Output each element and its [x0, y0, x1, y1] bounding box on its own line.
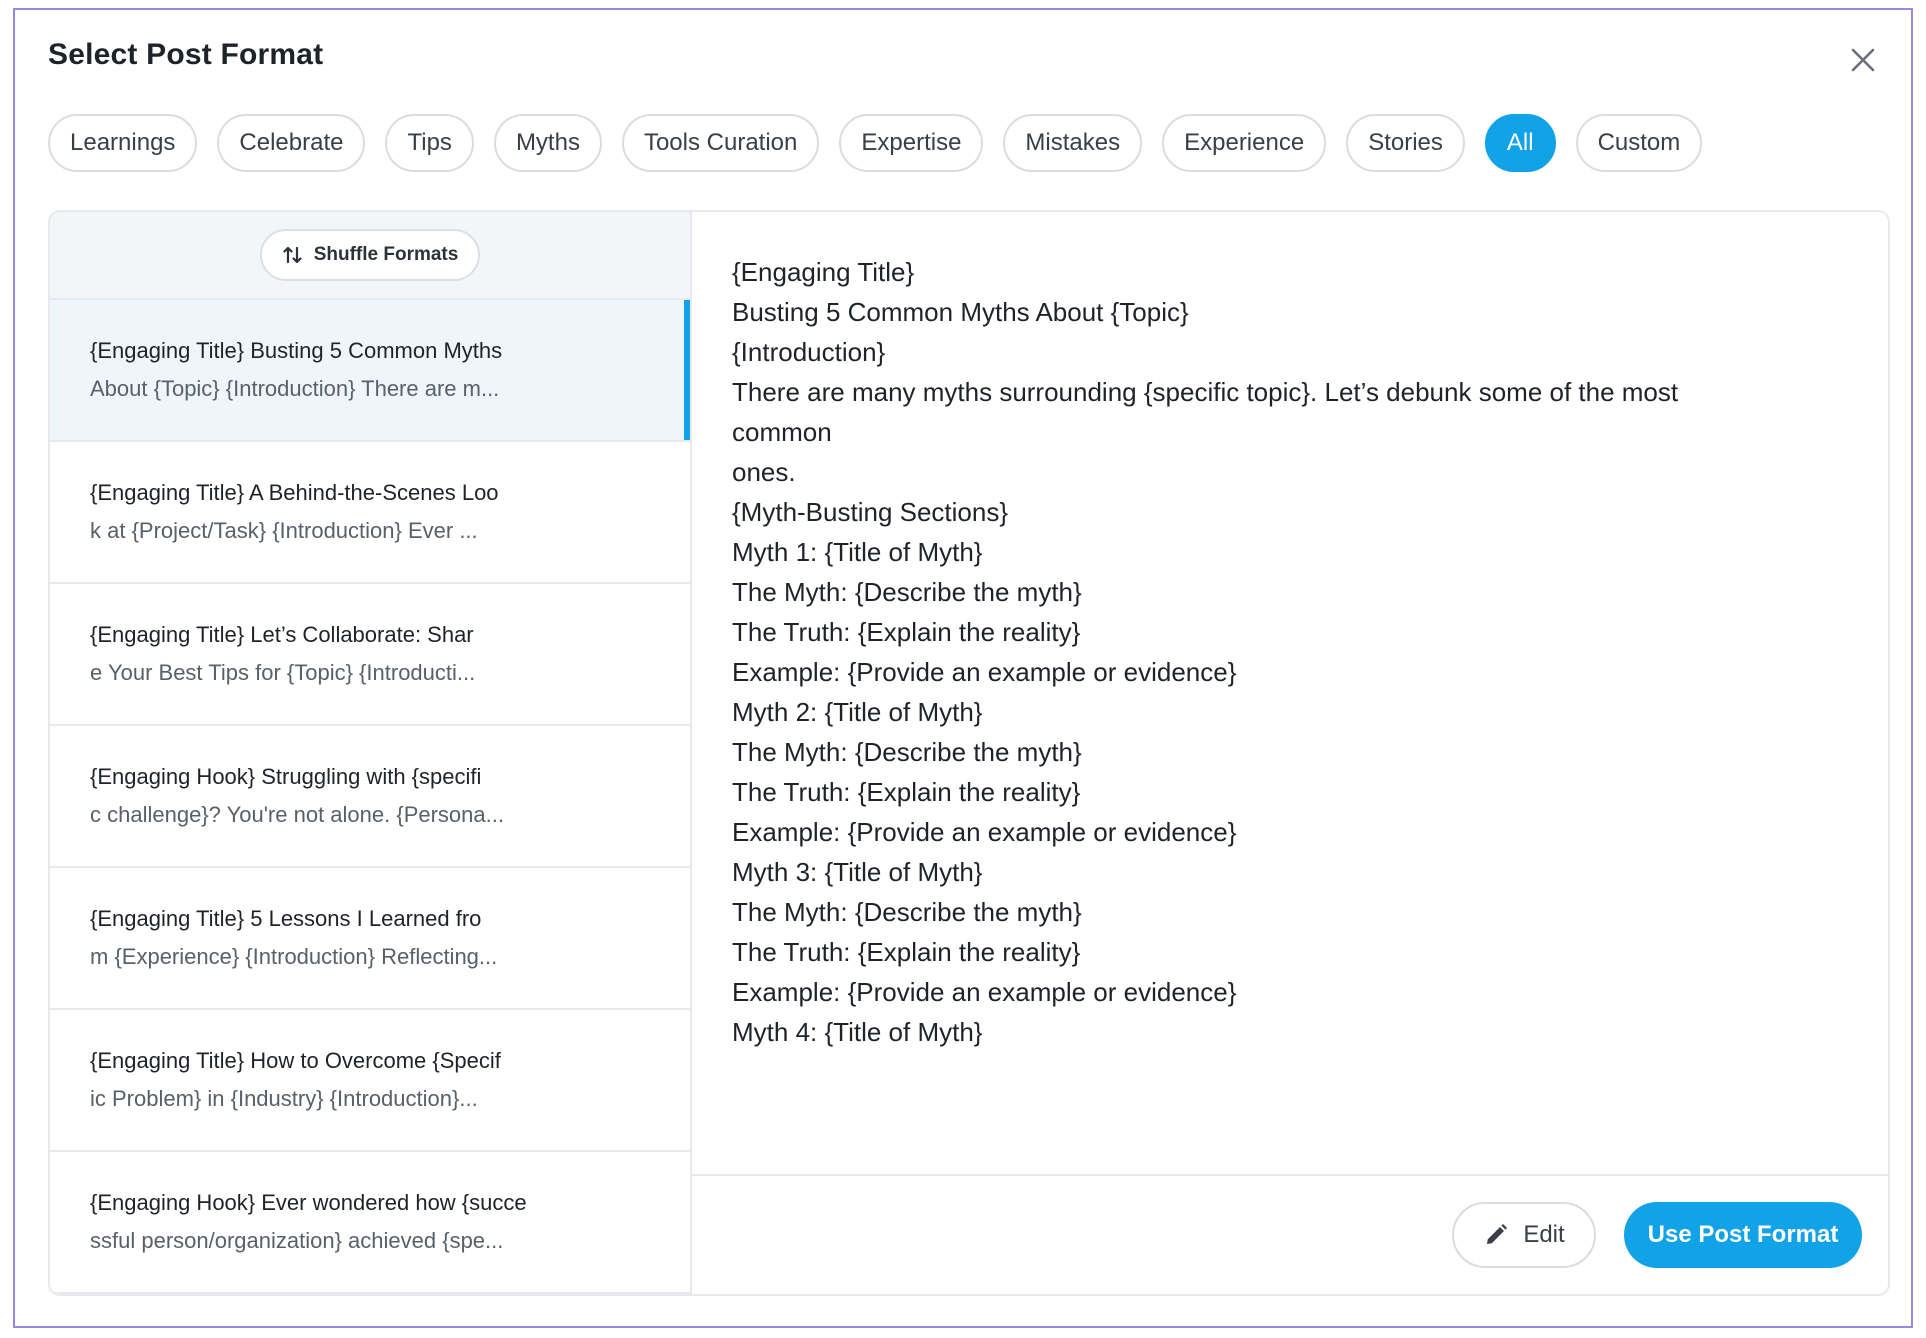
preview-line: Example: {Provide an example or evidence…: [732, 657, 1237, 687]
format-item-title: {Engaging Hook} Struggling with {specifi: [90, 764, 482, 789]
format-preview-pane: {Engaging Title} Busting 5 Common Myths A…: [692, 212, 1888, 1294]
format-item-snippet: ic Problem} in {Industry} {Introduction}…: [90, 1086, 478, 1111]
preview-line: Myth 4: {Title of Myth}: [732, 1017, 983, 1047]
format-list-item[interactable]: {Engaging Hook} Struggling with {specifi…: [50, 726, 690, 868]
format-item-snippet: About {Topic} {Introduction} There are m…: [90, 376, 500, 401]
format-item-title: {Engaging Title} How to Overcome {Specif: [90, 1048, 501, 1073]
format-item-title: {Engaging Title} 5 Lessons I Learned fro: [90, 906, 482, 931]
preview-line: {Introduction}: [732, 337, 886, 367]
format-item-snippet: k at {Project/Task} {Introduction} Ever …: [90, 518, 478, 543]
filter-chip-learnings[interactable]: Learnings: [48, 114, 198, 172]
format-item-snippet: e Your Best Tips for {Topic} {Introducti…: [90, 660, 476, 685]
format-list-header: Shuffle Formats: [50, 212, 690, 300]
preview-line: {Engaging Title}: [732, 257, 915, 287]
modal-title: Select Post Format: [48, 38, 324, 71]
format-panel: Shuffle Formats {Engaging Title} Busting…: [48, 210, 1890, 1296]
preview-line: The Truth: {Explain the reality}: [732, 937, 1081, 967]
format-list: Shuffle Formats {Engaging Title} Busting…: [50, 212, 692, 1294]
preview-line: Busting 5 Common Myths About {Topic}: [732, 297, 1189, 327]
preview-line: The Truth: {Explain the reality}: [732, 777, 1081, 807]
shuffle-arrows-icon: [283, 246, 302, 264]
preview-line: Myth 2: {Title of Myth}: [732, 697, 983, 727]
preview-line: ones.: [732, 457, 796, 487]
filter-chip-expertise[interactable]: Expertise: [839, 114, 984, 172]
shuffle-formats-label: Shuffle Formats: [313, 244, 459, 265]
edit-label: Edit: [1523, 1221, 1565, 1248]
preview-line: {Myth-Busting Sections}: [732, 497, 1009, 527]
filter-chip-all[interactable]: All: [1484, 114, 1556, 172]
preview-line: common: [732, 417, 832, 447]
preview-line: The Myth: {Describe the myth}: [732, 737, 1082, 767]
format-preview-text: {Engaging Title} Busting 5 Common Myths A…: [732, 252, 1828, 1052]
select-post-format-modal: Select Post Format Learnings Celebrate Tip…: [13, 8, 1913, 1328]
format-list-item[interactable]: {Engaging Title} A Behind-the-Scenes Loo…: [50, 442, 690, 584]
use-post-format-button[interactable]: Use Post Format: [1624, 1202, 1862, 1268]
preview-line: Example: {Provide an example or evidence…: [732, 817, 1237, 847]
format-filter-chips: Learnings Celebrate Tips Myths Tools Curatio…: [48, 114, 1703, 172]
close-icon: [1851, 48, 1875, 72]
format-item-snippet: ssful person/organization} achieved {spe…: [90, 1228, 504, 1253]
filter-chip-experience[interactable]: Experience: [1162, 114, 1327, 172]
preview-footer: Edit Use Post Format: [692, 1174, 1888, 1294]
preview-line: Myth 1: {Title of Myth}: [732, 537, 983, 567]
filter-chip-custom[interactable]: Custom: [1575, 114, 1703, 172]
filter-chip-tips[interactable]: Tips: [385, 114, 474, 172]
shuffle-formats-button[interactable]: Shuffle Formats: [259, 229, 481, 281]
format-list-item[interactable]: {Engaging Title} Busting 5 Common Myths A…: [50, 300, 690, 442]
preview-line: Example: {Provide an example or evidence…: [732, 977, 1237, 1007]
preview-line: The Truth: {Explain the reality}: [732, 617, 1081, 647]
format-list-item[interactable]: {Engaging Title} 5 Lessons I Learned fro…: [50, 868, 690, 1010]
close-button[interactable]: [1843, 40, 1883, 80]
filter-chip-mistakes[interactable]: Mistakes: [1003, 114, 1143, 172]
filter-chip-stories[interactable]: Stories: [1346, 114, 1465, 172]
format-item-snippet: m {Experience} {Introduction} Reflecting…: [90, 944, 498, 969]
format-list-item[interactable]: {Engaging Title} Let’s Collaborate: Shar…: [50, 584, 690, 726]
pencil-icon: [1487, 1224, 1508, 1244]
filter-chip-celebrate[interactable]: Celebrate: [217, 114, 366, 172]
format-item-title: {Engaging Hook} Ever wondered how {succe: [90, 1190, 527, 1215]
preview-line: Myth 3: {Title of Myth}: [732, 857, 983, 887]
preview-line: The Myth: {Describe the myth}: [732, 897, 1082, 927]
filter-chip-myths[interactable]: Myths: [493, 114, 602, 172]
format-item-title: {Engaging Title} Let’s Collaborate: Shar: [90, 622, 474, 647]
preview-line: There are many myths surrounding {specif…: [732, 377, 1679, 407]
filter-chip-tools-curation[interactable]: Tools Curation: [621, 114, 820, 172]
format-item-title: {Engaging Title} A Behind-the-Scenes Loo: [90, 480, 499, 505]
format-list-item[interactable]: {Engaging Hook} Ever wondered how {succe…: [50, 1152, 690, 1294]
format-item-title: {Engaging Title} Busting 5 Common Myths: [90, 338, 503, 363]
format-list-item[interactable]: {Engaging Title} How to Overcome {Specif…: [50, 1010, 690, 1152]
format-item-snippet: c challenge}? You're not alone. {Persona…: [90, 802, 504, 827]
edit-button[interactable]: Edit: [1452, 1202, 1596, 1268]
preview-line: The Myth: {Describe the myth}: [732, 577, 1082, 607]
